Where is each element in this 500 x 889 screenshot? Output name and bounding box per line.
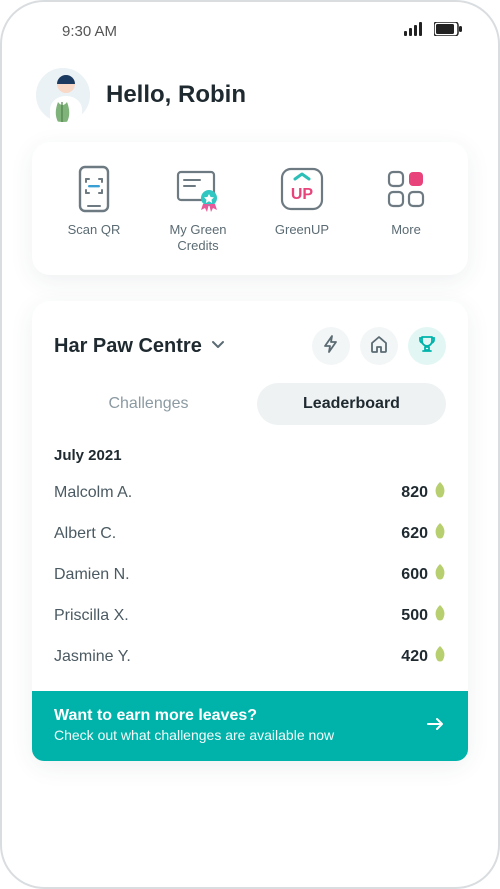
avatar[interactable] xyxy=(36,68,90,122)
scan-qr-icon xyxy=(44,162,144,216)
status-icons xyxy=(404,22,462,40)
more-grid-icon xyxy=(356,162,456,216)
quick-action-label: My Green Credits xyxy=(148,222,248,253)
leaderboard-score: 500 xyxy=(401,605,446,626)
home-icon-button[interactable] xyxy=(360,327,398,365)
leaf-icon xyxy=(434,482,446,503)
leaderboard-name: Priscilla X. xyxy=(54,607,129,625)
leaderboard-name: Albert C. xyxy=(54,525,116,543)
quick-action-more[interactable]: More xyxy=(356,162,456,238)
trophy-icon xyxy=(417,334,437,359)
trophy-icon-button[interactable] xyxy=(408,327,446,365)
leaderboard-score: 600 xyxy=(401,564,446,585)
certificate-icon xyxy=(148,162,248,216)
greenup-icon: UP xyxy=(252,162,352,216)
leaderboard-card: Har Paw Centre xyxy=(32,301,468,761)
leaf-icon xyxy=(434,523,446,544)
leaderboard-row: Jasmine Y. 420 xyxy=(32,636,468,677)
leaderboard-name: Damien N. xyxy=(54,566,130,584)
cta-text: Want to earn more leaves? Check out what… xyxy=(54,707,334,745)
leaderboard-score: 820 xyxy=(401,482,446,503)
quick-action-label: Scan QR xyxy=(44,222,144,238)
battery-icon xyxy=(434,22,462,40)
leaderboard-row: Albert C. 620 xyxy=(32,513,468,554)
score-value: 620 xyxy=(401,525,428,543)
tab-challenges[interactable]: Challenges xyxy=(54,383,243,425)
leaf-icon xyxy=(434,605,446,626)
status-time: 9:30 AM xyxy=(62,23,117,40)
centre-selector[interactable]: Har Paw Centre xyxy=(54,335,226,358)
greeting-row: Hello, Robin xyxy=(32,60,468,142)
score-value: 420 xyxy=(401,648,428,666)
centre-name: Har Paw Centre xyxy=(54,335,202,358)
leaderboard-period: July 2021 xyxy=(32,441,468,472)
leaderboard-row: Damien N. 600 xyxy=(32,554,468,595)
leaderboard-row: Priscilla X. 500 xyxy=(32,595,468,636)
home-icon xyxy=(369,334,389,359)
score-value: 600 xyxy=(401,566,428,584)
phone-frame: 9:30 AM Hello, Robin xyxy=(0,0,500,889)
quick-actions-card: Scan QR My Green Credits UP GreenUP More xyxy=(32,142,468,275)
arrow-right-icon xyxy=(424,713,446,740)
leaderboard-score: 620 xyxy=(401,523,446,544)
leaf-icon xyxy=(434,646,446,667)
greeting-text: Hello, Robin xyxy=(106,81,246,109)
quick-action-label: More xyxy=(356,222,456,238)
score-value: 820 xyxy=(401,484,428,502)
energy-icon-button[interactable] xyxy=(312,327,350,365)
leaderboard-name: Malcolm A. xyxy=(54,484,132,502)
quick-action-label: GreenUP xyxy=(252,222,352,238)
earn-leaves-cta[interactable]: Want to earn more leaves? Check out what… xyxy=(32,691,468,761)
cta-title: Want to earn more leaves? xyxy=(54,707,334,725)
quick-action-greenup[interactable]: UP GreenUP xyxy=(252,162,352,238)
leaf-icon xyxy=(434,564,446,585)
leaderboard-name: Jasmine Y. xyxy=(54,648,131,666)
leaderboard-row: Malcolm A. 820 xyxy=(32,472,468,513)
header-icons xyxy=(312,327,446,365)
tab-leaderboard[interactable]: Leaderboard xyxy=(257,383,446,425)
card-header: Har Paw Centre xyxy=(32,321,468,377)
score-value: 500 xyxy=(401,607,428,625)
content: Hello, Robin Scan QR My Green Credits UP xyxy=(2,46,498,761)
bolt-icon xyxy=(321,334,341,359)
quick-action-scan-qr[interactable]: Scan QR xyxy=(44,162,144,238)
tabs: Challenges Leaderboard xyxy=(32,377,468,441)
svg-text:UP: UP xyxy=(291,186,314,203)
status-bar: 9:30 AM xyxy=(2,2,498,46)
signal-icon xyxy=(404,22,426,40)
chevron-down-icon xyxy=(210,335,226,358)
cta-subtitle: Check out what challenges are available … xyxy=(54,727,334,743)
leaderboard-score: 420 xyxy=(401,646,446,667)
quick-action-green-credits[interactable]: My Green Credits xyxy=(148,162,248,253)
